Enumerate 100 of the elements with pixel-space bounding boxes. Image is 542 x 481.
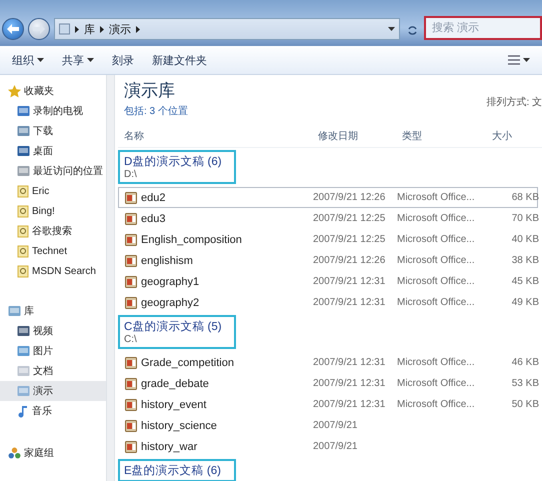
file-row[interactable]: edu2 2007/9/21 12:26 Microsoft Office... 68 KB	[118, 187, 538, 208]
group-header[interactable]: D盘的演示文稿 (6) D:\	[118, 150, 236, 184]
file-name: Grade_competition	[119, 356, 313, 368]
caret-icon	[523, 58, 530, 62]
breadcrumb-item[interactable]: 库	[84, 22, 95, 36]
size-cell-text: 45 KB	[510, 276, 539, 287]
file-row[interactable]: englishism 2007/9/21 12:26 Microsoft Office... 38 KB	[118, 250, 538, 271]
column-header[interactable]: 大小	[486, 129, 542, 143]
file-row[interactable]: geography1 2007/9/21 12:31 Microsoft Office... 45 KB	[118, 271, 538, 292]
caret-icon	[37, 58, 44, 62]
type-cell-text: Microsoft Office...	[397, 234, 476, 245]
sidebar-item[interactable]: 音乐	[0, 401, 106, 421]
presentation-file-icon	[125, 276, 137, 288]
group-path: D:\	[124, 169, 138, 180]
date-cell-text: 2007/9/21 12:31	[313, 378, 386, 389]
group-path: C:\	[124, 334, 138, 345]
homegroup-icon	[8, 446, 21, 460]
sidebar-item[interactable]: 录制的电视	[0, 101, 106, 121]
date-cell-text: 2007/9/21 12:31	[313, 399, 386, 410]
type-cell-text: Microsoft Office...	[397, 297, 476, 308]
sidebar-header[interactable]: 收藏夹	[0, 81, 106, 101]
chevron-icon	[100, 26, 104, 32]
tv-icon	[17, 105, 30, 117]
chevron-icon	[136, 26, 140, 32]
date-cell-text: 2007/9/21 12:26	[313, 192, 386, 203]
sidebar-item[interactable]: 最近访问的位置	[0, 161, 106, 181]
file-row[interactable]: history_event 2007/9/21 12:31 Microsoft Office... 50 KB	[118, 394, 538, 415]
left-arrow-icon	[7, 24, 19, 34]
file-row[interactable]: history_war 2007/9/21	[118, 436, 538, 457]
file-row[interactable]: history_science 2007/9/21	[118, 415, 538, 436]
size-cell-text: 53 KB	[510, 378, 539, 389]
back-button[interactable]	[2, 18, 24, 40]
search-folder-icon	[17, 224, 29, 238]
file-row[interactable]: edu3 2007/9/21 12:25 Microsoft Office... 70 KB	[118, 208, 538, 229]
file-name: edu3	[119, 212, 313, 224]
column-header[interactable]: 类型	[396, 129, 486, 143]
file-name: geography1	[119, 276, 313, 288]
type-cell-text: Microsoft Office...	[397, 276, 476, 287]
caret-icon	[388, 27, 395, 31]
sidebar-header[interactable]: 家庭组	[0, 443, 106, 463]
file-name: geography2	[119, 296, 313, 308]
presentation-file-icon	[125, 378, 137, 390]
refresh-icon	[406, 24, 418, 36]
sidebar-item[interactable]: 桌面	[0, 141, 106, 161]
presentation-file-icon	[125, 420, 137, 432]
search-field[interactable]: 搜索 演示	[424, 16, 542, 40]
toolbar-button[interactable]: 组织	[6, 50, 50, 70]
sidebar-item[interactable]: Technet	[0, 241, 106, 261]
sidebar-item[interactable]: Eric	[0, 181, 106, 201]
locations-link[interactable]: 包括: 3 个位置	[124, 104, 188, 118]
search-folder-icon	[17, 184, 29, 198]
sidebar-item[interactable]: MSDN Search	[0, 261, 106, 281]
sidebar-item[interactable]: 文档	[0, 361, 106, 381]
arrange-by-label[interactable]: 排列方式: 文	[486, 95, 542, 109]
group-title: C盘的演示文稿 (5)	[124, 319, 223, 334]
search-folder-icon	[17, 204, 29, 218]
file-row[interactable]: grade_debate 2007/9/21 12:31 Microsoft Office... 53 KB	[118, 373, 538, 394]
column-header[interactable]: 修改日期	[312, 129, 396, 143]
type-cell-text: Microsoft Office...	[397, 213, 476, 224]
type-cell-text: Microsoft Office...	[397, 255, 476, 266]
date-cell-text: 2007/9/21	[313, 420, 358, 431]
file-row[interactable]: English_composition 2007/9/21 12:25 Microsoft Office... 40 KB	[118, 229, 538, 250]
date-cell-text: 2007/9/21 12:31	[313, 297, 386, 308]
toolbar-button[interactable]: 新建文件夹	[146, 50, 213, 70]
sidebar-item[interactable]: 下载	[0, 121, 106, 141]
date-cell-text: 2007/9/21 12:31	[313, 357, 386, 368]
date-cell-text: 2007/9/21	[313, 441, 358, 452]
presentation-file-icon	[125, 234, 137, 246]
address-bar[interactable]: 库 演示	[54, 18, 400, 40]
file-row[interactable]: Grade_competition 2007/9/21 12:31 Microsoft Office... 46 KB	[118, 352, 538, 373]
column-header[interactable]: 名称	[118, 129, 312, 143]
forward-button[interactable]	[28, 18, 50, 40]
type-cell-text: Microsoft Office...	[397, 192, 476, 203]
type-cell-text: Microsoft Office...	[397, 378, 476, 389]
size-cell-text: 50 KB	[510, 399, 539, 410]
right-arrow-icon	[33, 24, 45, 34]
sidebar-item[interactable]: 图片	[0, 341, 106, 361]
sidebar-item[interactable]: Bing!	[0, 201, 106, 221]
size-cell-text: 40 KB	[510, 234, 539, 245]
breadcrumb-item[interactable]: 演示	[109, 22, 131, 36]
file-name: history_science	[119, 420, 313, 432]
sidebar-item[interactable]: 演示	[0, 381, 106, 401]
toolbar-button[interactable]: 共享	[56, 50, 100, 70]
sidebar-item[interactable]: 视频	[0, 321, 106, 341]
type-cell-text: Microsoft Office...	[397, 357, 476, 368]
group-header[interactable]: C盘的演示文稿 (5) C:\	[118, 315, 236, 349]
file-name: edu2	[119, 192, 313, 204]
sidebar-header[interactable]: 库	[0, 301, 106, 321]
toolbar-button[interactable]: 刻录	[106, 50, 140, 70]
group-header[interactable]: E盘的演示文稿 (6)	[118, 459, 236, 481]
size-cell-text: 68 KB	[510, 192, 539, 203]
star-icon	[8, 84, 21, 98]
file-name: history_event	[119, 398, 313, 410]
size-cell-text: 49 KB	[510, 297, 539, 308]
file-row[interactable]: geography2 2007/9/21 12:31 Microsoft Office... 49 KB	[118, 292, 538, 313]
file-name: grade_debate	[119, 378, 313, 390]
presentation-file-icon	[125, 398, 137, 410]
sidebar-item[interactable]: 谷歌搜索	[0, 221, 106, 241]
chevron-icon	[75, 26, 79, 32]
scrollbar[interactable]	[106, 75, 115, 481]
